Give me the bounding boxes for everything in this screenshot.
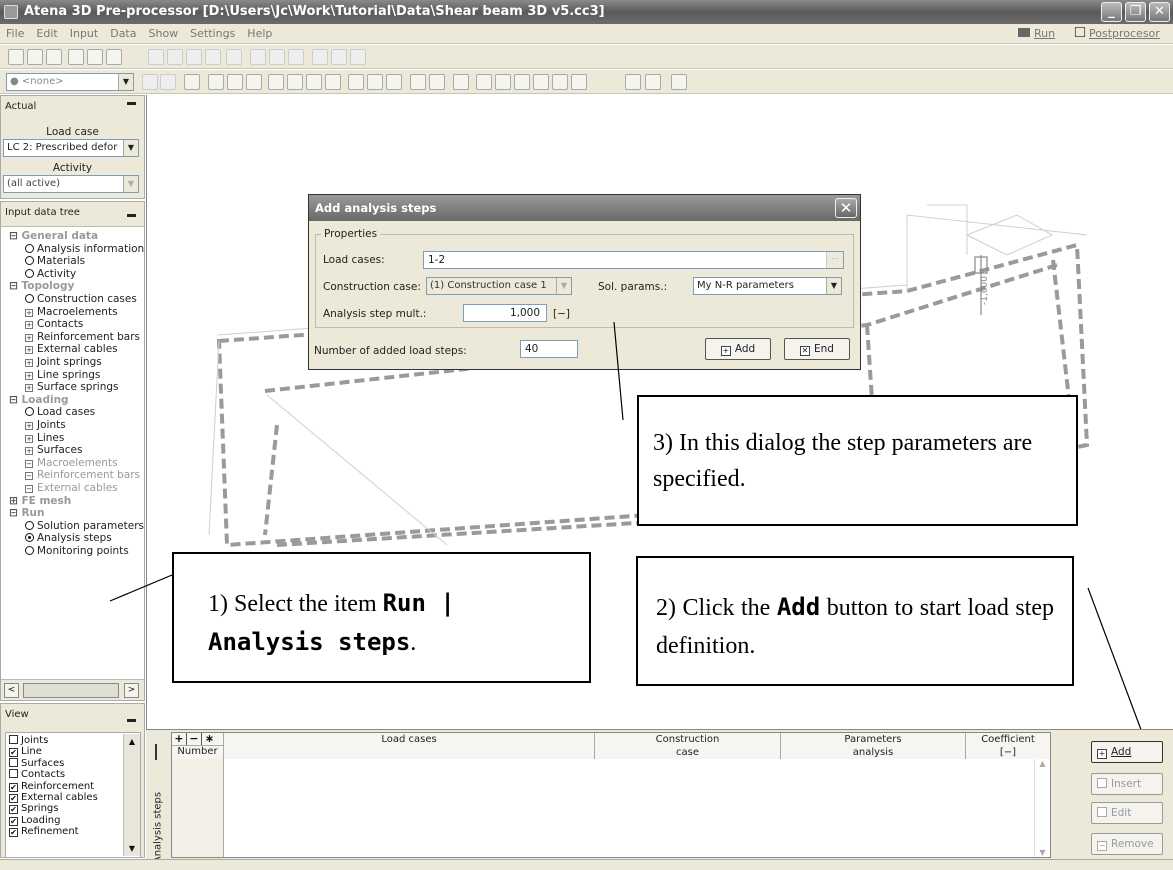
add-icon: + <box>1097 749 1107 759</box>
analysis-steps-side-label: Analysis steps <box>152 791 164 864</box>
grid-toolbar: + − ∗ <box>172 733 224 746</box>
grid-add-button[interactable]: + Add <box>1091 741 1163 763</box>
side-tab: Analysis steps <box>150 732 166 863</box>
load-cases-column-header[interactable]: Load cases <box>224 733 595 759</box>
number-column-header[interactable]: Number <box>172 746 224 759</box>
insert-icon <box>1097 778 1107 788</box>
remove-icon: − <box>1097 841 1107 851</box>
status-bar <box>0 859 1173 870</box>
grid-edit-button[interactable]: Edit <box>1091 802 1163 824</box>
analysis-steps-area: Analysis steps + − ∗ Number Load cases Con… <box>146 729 1173 863</box>
grid-add-row-icon[interactable]: + <box>172 733 187 745</box>
edit-icon <box>1097 807 1107 817</box>
scroll-up-icon[interactable]: ▲ <box>1035 759 1050 768</box>
grid-remove-button[interactable]: − Remove <box>1091 833 1163 855</box>
coefficient-column-header[interactable]: Coefficient [−] <box>966 733 1050 759</box>
analysis-steps-grid[interactable]: + − ∗ Number Load cases Construction case P… <box>171 732 1051 858</box>
scroll-down-icon[interactable]: ▼ <box>1035 848 1050 857</box>
grid-vscrollbar[interactable]: ▲ ▼ <box>1034 759 1050 857</box>
grid-select-all-icon[interactable]: ∗ <box>202 733 217 745</box>
grid-remove-row-icon[interactable]: − <box>187 733 202 745</box>
grid-insert-button[interactable]: Insert <box>1091 773 1163 795</box>
grid-header: + − ∗ Number Load cases Construction case P… <box>172 733 1050 759</box>
row-header-column <box>172 759 224 857</box>
construction-case-column-header[interactable]: Construction case <box>595 733 781 759</box>
parameters-column-header[interactable]: Parameters analysis <box>781 733 966 759</box>
